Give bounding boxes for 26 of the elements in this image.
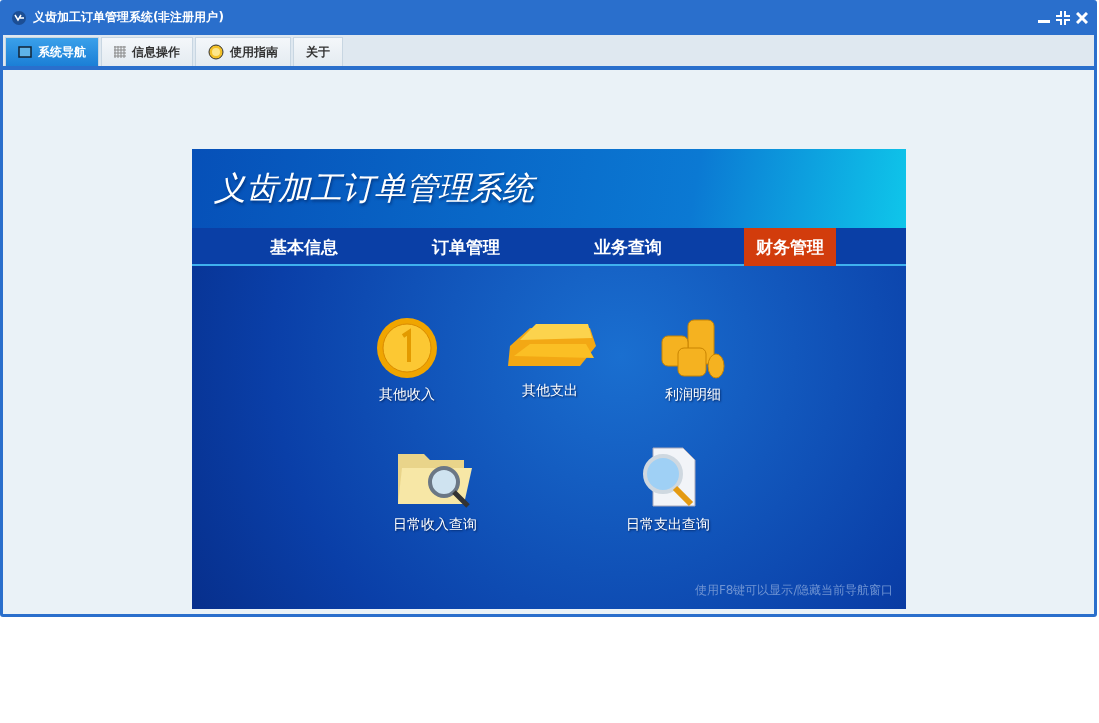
- shortcut-item[interactable]: 利润明细: [627, 316, 758, 404]
- app-logo-icon: [11, 9, 27, 26]
- shortcut-item[interactable]: 其他支出: [484, 316, 615, 404]
- nav-item[interactable]: 业务查询: [581, 228, 674, 266]
- shortcut-item[interactable]: 日常支出查询: [602, 444, 733, 534]
- tab[interactable]: 使用指南: [195, 37, 291, 66]
- shortcut-label: 其他支出: [521, 382, 578, 400]
- nav-item[interactable]: 财务管理: [743, 228, 836, 266]
- hint-text: 使用F8键可以显示/隐藏当前导航窗口: [694, 582, 894, 599]
- tab[interactable]: 信息操作: [101, 37, 193, 66]
- restore-icon[interactable]: [1056, 10, 1070, 25]
- shortcut-item[interactable]: 日常收入查询: [369, 444, 500, 534]
- tab[interactable]: 关于: [293, 37, 343, 66]
- shortcut-label: 利润明细: [664, 386, 721, 404]
- nav-item[interactable]: 订单管理: [419, 228, 512, 266]
- shortcut-item[interactable]: 其他收入: [341, 316, 472, 404]
- monitor-icon: [18, 46, 32, 58]
- shortcut-label: 其他收入: [378, 386, 435, 404]
- coin-icon: [374, 316, 439, 380]
- shortcut-label: 日常收入查询: [392, 516, 477, 534]
- close-icon[interactable]: [1076, 11, 1088, 24]
- help-icon: [208, 44, 224, 60]
- shortcut-label: 日常支出查询: [625, 516, 710, 534]
- grid-icon: [114, 46, 126, 58]
- nav-item[interactable]: 基本信息: [257, 228, 350, 266]
- window-title: 义齿加工订单管理系统(非注册用户): [33, 9, 225, 26]
